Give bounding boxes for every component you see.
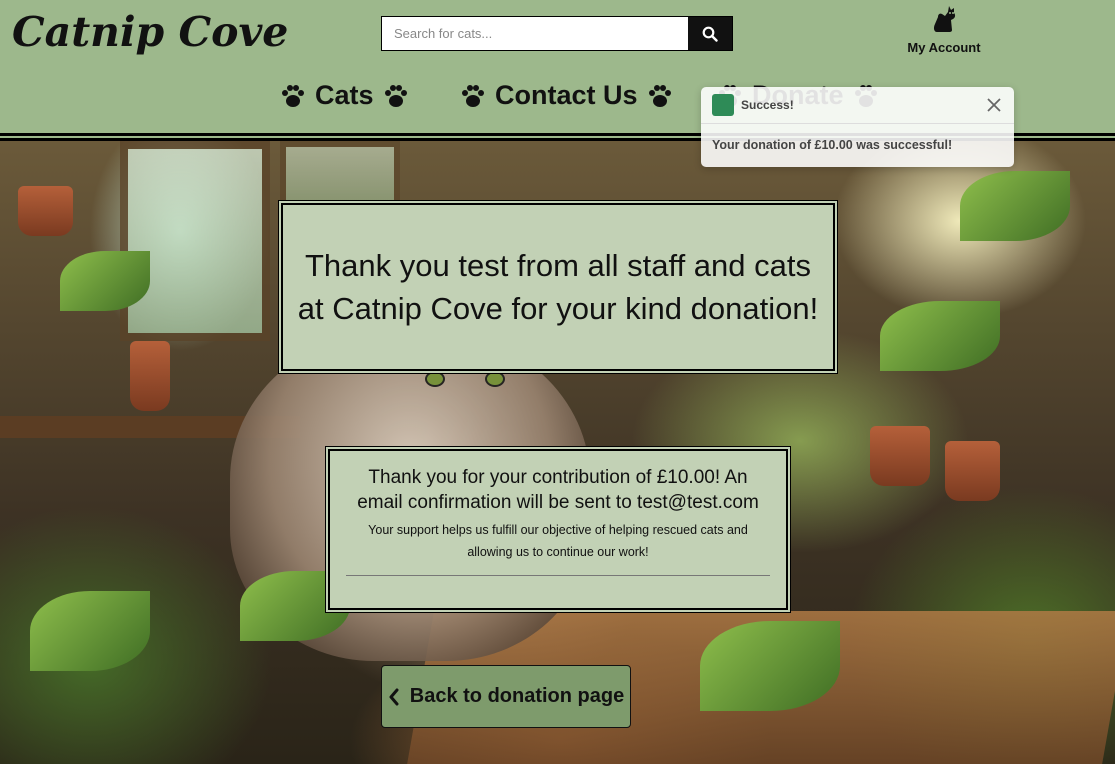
success-swatch-icon [712, 94, 734, 116]
leaf-decoration [60, 251, 150, 311]
search-input[interactable] [382, 17, 688, 50]
close-icon[interactable] [985, 96, 1003, 114]
cat-eye [485, 371, 505, 387]
leaf-decoration [30, 591, 150, 671]
toast-message: Your donation of £10.00 was successful! [712, 138, 953, 152]
plant-pot [18, 186, 73, 236]
window-decoration [120, 141, 270, 341]
plant-pot [130, 341, 170, 411]
leaf-decoration [880, 301, 1000, 371]
paw-icon [648, 84, 671, 107]
leaf-decoration [700, 621, 840, 711]
cat-eye [425, 371, 445, 387]
cat-icon [933, 6, 956, 32]
paw-icon [384, 84, 407, 107]
site-logo[interactable]: Catnip Cove [12, 8, 288, 56]
chevron-left-icon [389, 688, 399, 705]
paw-icon [462, 84, 484, 107]
contribution-panel: Thank you for your contribution of £10.0… [326, 447, 790, 612]
thank-you-panel: Thank you test from all staff and cats a… [279, 201, 837, 373]
plant-pot [945, 441, 1000, 501]
nav-cats-label: Cats [315, 80, 374, 110]
search-bar [381, 16, 733, 51]
toast-header: Success! [701, 87, 1014, 124]
nav-contact-us[interactable]: Contact Us [459, 80, 674, 111]
search-icon [702, 26, 718, 42]
my-account-label: My Account [907, 40, 981, 55]
back-button-label: Back to donation page [409, 685, 625, 707]
divider [346, 575, 770, 576]
my-account-link[interactable]: My Account [904, 4, 984, 55]
back-to-donation-button[interactable]: Back to donation page [381, 665, 631, 728]
success-toast: Success! Your donation of £10.00 was suc… [701, 87, 1014, 167]
nav-contact-us-label: Contact Us [495, 80, 638, 110]
thank-you-heading: Thank you test from all staff and cats a… [297, 248, 819, 326]
support-message: Your support helps us fulfill our object… [368, 523, 748, 559]
plant-pot [870, 426, 930, 486]
leaf-decoration [960, 171, 1070, 241]
toast-title: Success! [741, 98, 794, 112]
paw-icon [282, 84, 304, 107]
search-button[interactable] [688, 17, 732, 50]
nav-cats[interactable]: Cats [279, 80, 410, 111]
contribution-message: Thank you for your contribution of £10.0… [357, 467, 759, 513]
